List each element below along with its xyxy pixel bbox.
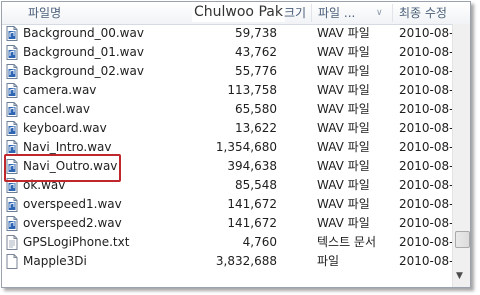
file-name: Background_00.wav [23,26,144,40]
file-size: 3,832,688 [215,254,277,268]
file-size: 59,738 [235,26,277,40]
file-row[interactable]: Background_00.wav 59,738 WAV 파일 2010-08- [2,24,454,43]
file-date: 2010-08- [399,235,454,249]
audio-file-icon [6,83,18,98]
file-date: 2010-08- [399,121,454,135]
audio-file-icon [6,64,18,79]
audio-file-icon [6,102,18,117]
file-type: WAV 파일 [317,64,370,78]
file-type: WAV 파일 [317,178,370,192]
file-type: WAV 파일 [317,216,370,230]
file-date: 2010-08- [399,102,454,116]
file-name: overspeed1.wav [23,197,122,211]
vertical-scrollbar[interactable]: ▼ [452,24,470,287]
file-type: WAV 파일 [317,26,370,40]
audio-file-icon [6,26,18,41]
file-type: 파일 [317,254,340,268]
file-row[interactable]: Background_01.wav 43,762 WAV 파일 2010-08- [2,43,454,62]
file-row[interactable]: overspeed1.wav 141,672 WAV 파일 2010-08- [2,195,454,214]
file-name: Background_02.wav [23,64,144,78]
file-name: Background_01.wav [23,45,144,59]
file-type: WAV 파일 [317,83,370,97]
file-size: 1,354,680 [215,140,277,154]
watermark-text: Chulwoo Pak [192,2,285,22]
file-name: keyboard.wav [23,121,107,135]
file-date: 2010-08- [399,197,454,211]
file-size: 394,638 [227,159,277,173]
column-divider[interactable] [392,4,393,22]
file-size: 55,776 [235,64,277,78]
file-date: 2010-08- [399,178,454,192]
file-type: WAV 파일 [317,102,370,116]
file-name: Mapple3Di [23,254,87,268]
file-row[interactable]: camera.wav 113,758 WAV 파일 2010-08- [2,81,454,100]
scrollbar-thumb[interactable] [455,231,470,248]
audio-file-icon [6,121,18,136]
file-type: WAV 파일 [317,140,370,154]
file-row[interactable]: Mapple3Di 3,832,688 파일 2010-08- [2,252,454,271]
text-file-icon [6,235,18,250]
column-header: 파일명 Chulwoo Pak 크기 파일 ... ∨ 최종 수정 [2,2,470,25]
audio-file-icon [6,197,18,212]
file-date: 2010-08- [399,216,454,230]
file-type: 텍스트 문서 [317,235,377,249]
file-date: 2010-08- [399,26,454,40]
file-row[interactable]: Background_02.wav 55,776 WAV 파일 2010-08- [2,62,454,81]
file-name: cancel.wav [23,102,90,116]
file-type: WAV 파일 [317,45,370,59]
file-date: 2010-08- [399,159,454,173]
highlight-box [4,154,121,182]
file-date: 2010-08- [399,45,454,59]
audio-file-icon [6,45,18,60]
file-date: 2010-08- [399,83,454,97]
column-divider[interactable] [311,4,312,22]
audio-file-icon [6,140,18,155]
file-size: 4,760 [242,235,277,249]
file-name: overspeed2.wav [23,216,122,230]
file-icon [6,254,18,269]
file-name: camera.wav [23,83,97,97]
file-size: 141,672 [227,216,277,230]
file-type: WAV 파일 [317,159,370,173]
chevron-down-icon[interactable]: ∨ [376,2,383,24]
file-size: 113,758 [227,83,277,97]
file-list: Background_00.wav 59,738 WAV 파일 2010-08- Bac… [2,24,454,271]
file-row[interactable]: GPSLogiPhone.txt 4,760 텍스트 문서 2010-08- [2,233,454,252]
file-date: 2010-08- [399,140,454,154]
file-list-window: 파일명 Chulwoo Pak 크기 파일 ... ∨ 최종 수정 Backgr… [1,1,471,288]
file-size: 13,622 [235,121,277,135]
file-date: 2010-08- [399,254,454,268]
file-type: WAV 파일 [317,121,370,135]
column-header-date[interactable]: 최종 수정 [399,2,459,24]
file-type: WAV 파일 [317,197,370,211]
file-row[interactable]: overspeed2.wav 141,672 WAV 파일 2010-08- [2,214,454,233]
file-date: 2010-08- [399,64,454,78]
file-size: 141,672 [227,197,277,211]
file-row[interactable]: keyboard.wav 13,622 WAV 파일 2010-08- [2,119,454,138]
file-size: 85,548 [235,178,277,192]
column-header-type[interactable]: 파일 ... [318,2,364,24]
file-size: 65,580 [235,102,277,116]
audio-file-icon [6,216,18,231]
file-row[interactable]: cancel.wav 65,580 WAV 파일 2010-08- [2,100,454,119]
file-name: GPSLogiPhone.txt [23,235,130,249]
file-size: 43,762 [235,45,277,59]
scroll-down-arrow-icon[interactable]: ▼ [456,271,463,281]
column-header-name[interactable]: 파일명 [28,2,128,24]
column-header-size[interactable]: 크기 [284,2,312,24]
